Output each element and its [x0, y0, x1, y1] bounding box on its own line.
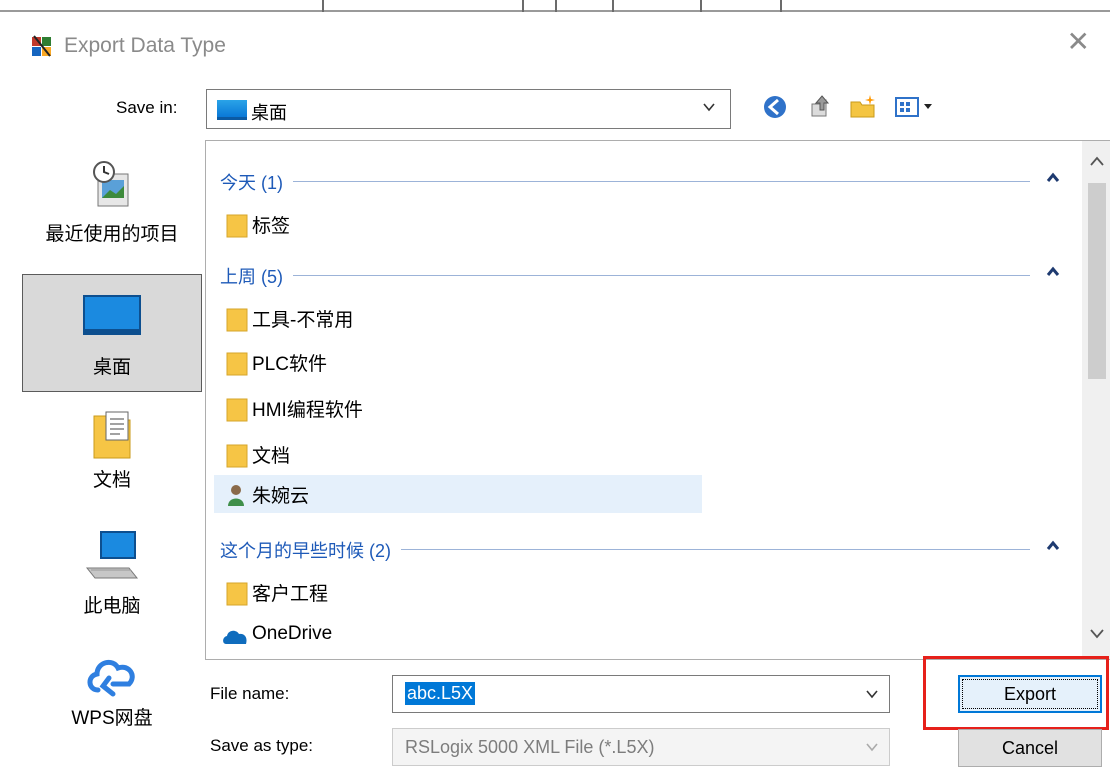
folder-icon	[226, 214, 248, 238]
place-label: 最近使用的项目	[45, 224, 179, 245]
item-name: 客户工程	[252, 584, 329, 605]
collapse-caret-icon[interactable]	[1046, 539, 1060, 551]
file-name-label: File name:	[210, 684, 290, 703]
app-icon	[32, 35, 51, 57]
save-as-type-label: Save as type:	[210, 736, 314, 755]
group-title: 今天 (1)	[220, 169, 293, 195]
group-header-last-week[interactable]: 上周 (5)	[220, 261, 1060, 289]
focus-ring	[962, 679, 1098, 709]
folder-icon	[226, 352, 248, 376]
list-item[interactable]: 文档	[214, 435, 414, 473]
place-label: 此电脑	[83, 596, 141, 617]
desktop-icon	[217, 100, 247, 120]
group-divider	[220, 181, 1030, 182]
desktop-icon	[83, 295, 141, 335]
place-documents[interactable]: 文档	[22, 406, 202, 506]
save-in-label: Save in:	[116, 98, 177, 118]
item-name: PLC软件	[252, 354, 327, 375]
item-name: HMI编程软件	[252, 400, 363, 421]
save-in-label-text: Save in:	[116, 98, 178, 117]
user-folder-icon	[228, 485, 244, 506]
new-folder-icon[interactable]	[848, 92, 878, 122]
vertical-scrollbar[interactable]	[1082, 141, 1110, 659]
edge-tick	[322, 0, 324, 12]
scrollbar-thumb[interactable]	[1088, 183, 1106, 379]
save-in-dropdown[interactable]: 桌面	[206, 89, 731, 129]
group-title: 上周 (5)	[220, 263, 293, 289]
scroll-up-icon[interactable]	[1089, 155, 1105, 167]
close-icon[interactable]: ✕	[1067, 28, 1090, 56]
scroll-down-icon[interactable]	[1089, 627, 1105, 639]
list-item[interactable]: HMI编程软件	[214, 389, 434, 427]
place-wps-cloud[interactable]: WPS网盘	[22, 648, 202, 748]
group-header-today[interactable]: 今天 (1)	[220, 167, 1060, 195]
chevron-down-icon	[703, 103, 715, 112]
item-name: 标签	[252, 216, 291, 237]
group-header-earlier-this-month[interactable]: 这个月的早些时候 (2)	[220, 535, 1060, 563]
save-as-type-select[interactable]: RSLogix 5000 XML File (*.L5X)	[392, 728, 890, 766]
list-item[interactable]: OneDrive	[214, 617, 414, 655]
view-menu-icon[interactable]	[892, 92, 952, 122]
recent-places-icon	[93, 161, 129, 207]
file-list[interactable]: 今天 (1) 标签 上周 (5) 工具-不常用 PLC软件 HMI编程软件 文档…	[205, 140, 1110, 660]
folder-icon	[226, 308, 248, 332]
up-folder-icon[interactable]	[806, 92, 836, 122]
list-item[interactable]: 工具-不常用	[214, 299, 414, 337]
folder-icon	[226, 444, 248, 468]
onedrive-icon	[223, 630, 247, 644]
group-title: 这个月的早些时候 (2)	[220, 537, 401, 563]
this-pc-icon	[85, 531, 139, 579]
place-label: 桌面	[92, 357, 131, 378]
place-recent[interactable]: 最近使用的项目	[22, 158, 202, 268]
list-item[interactable]: PLC软件	[214, 343, 414, 381]
cloud-icon	[87, 659, 135, 697]
places-bar: 最近使用的项目 桌面 文档 此电脑 WPS网盘	[14, 140, 202, 760]
cancel-button[interactable]: Cancel	[958, 729, 1102, 767]
folder-icon	[226, 582, 248, 606]
cancel-button-label: Cancel	[1001, 738, 1059, 758]
file-name-value: abc.L5X	[405, 682, 476, 705]
chevron-down-icon[interactable]	[865, 687, 879, 701]
group-divider	[220, 275, 1030, 276]
export-button[interactable]: Export	[958, 675, 1102, 713]
place-this-pc[interactable]: 此电脑	[22, 528, 202, 628]
edge-tick	[522, 0, 524, 12]
edge-tick	[612, 0, 614, 12]
item-name: 工具-不常用	[252, 310, 354, 331]
background-window-edge	[0, 0, 1110, 12]
file-name-input[interactable]: abc.L5X	[392, 675, 890, 713]
list-item[interactable]: 标签	[214, 205, 374, 243]
place-desktop[interactable]: 桌面	[22, 274, 202, 392]
edge-tick	[700, 0, 702, 12]
list-item-selected[interactable]: 朱婉云	[214, 475, 702, 513]
save-in-value: 桌面	[251, 103, 287, 123]
place-label: 文档	[92, 470, 131, 491]
edge-tick	[780, 0, 782, 12]
save-as-type-value: RSLogix 5000 XML File (*.L5X)	[405, 737, 655, 757]
documents-icon	[93, 411, 131, 459]
dialog-title: Export Data Type	[64, 34, 226, 57]
item-name: 朱婉云	[252, 486, 310, 507]
collapse-caret-icon[interactable]	[1046, 171, 1060, 183]
folder-icon	[226, 398, 248, 422]
list-item[interactable]: 客户工程	[214, 573, 414, 611]
place-label: WPS网盘	[71, 708, 153, 729]
edge-tick	[555, 0, 557, 12]
collapse-caret-icon[interactable]	[1046, 265, 1060, 277]
item-name: 文档	[252, 446, 291, 467]
title-bar: Export Data Type ✕	[0, 14, 1110, 74]
back-icon[interactable]	[760, 92, 790, 122]
item-name: OneDrive	[252, 623, 333, 644]
chevron-down-icon	[866, 743, 878, 752]
